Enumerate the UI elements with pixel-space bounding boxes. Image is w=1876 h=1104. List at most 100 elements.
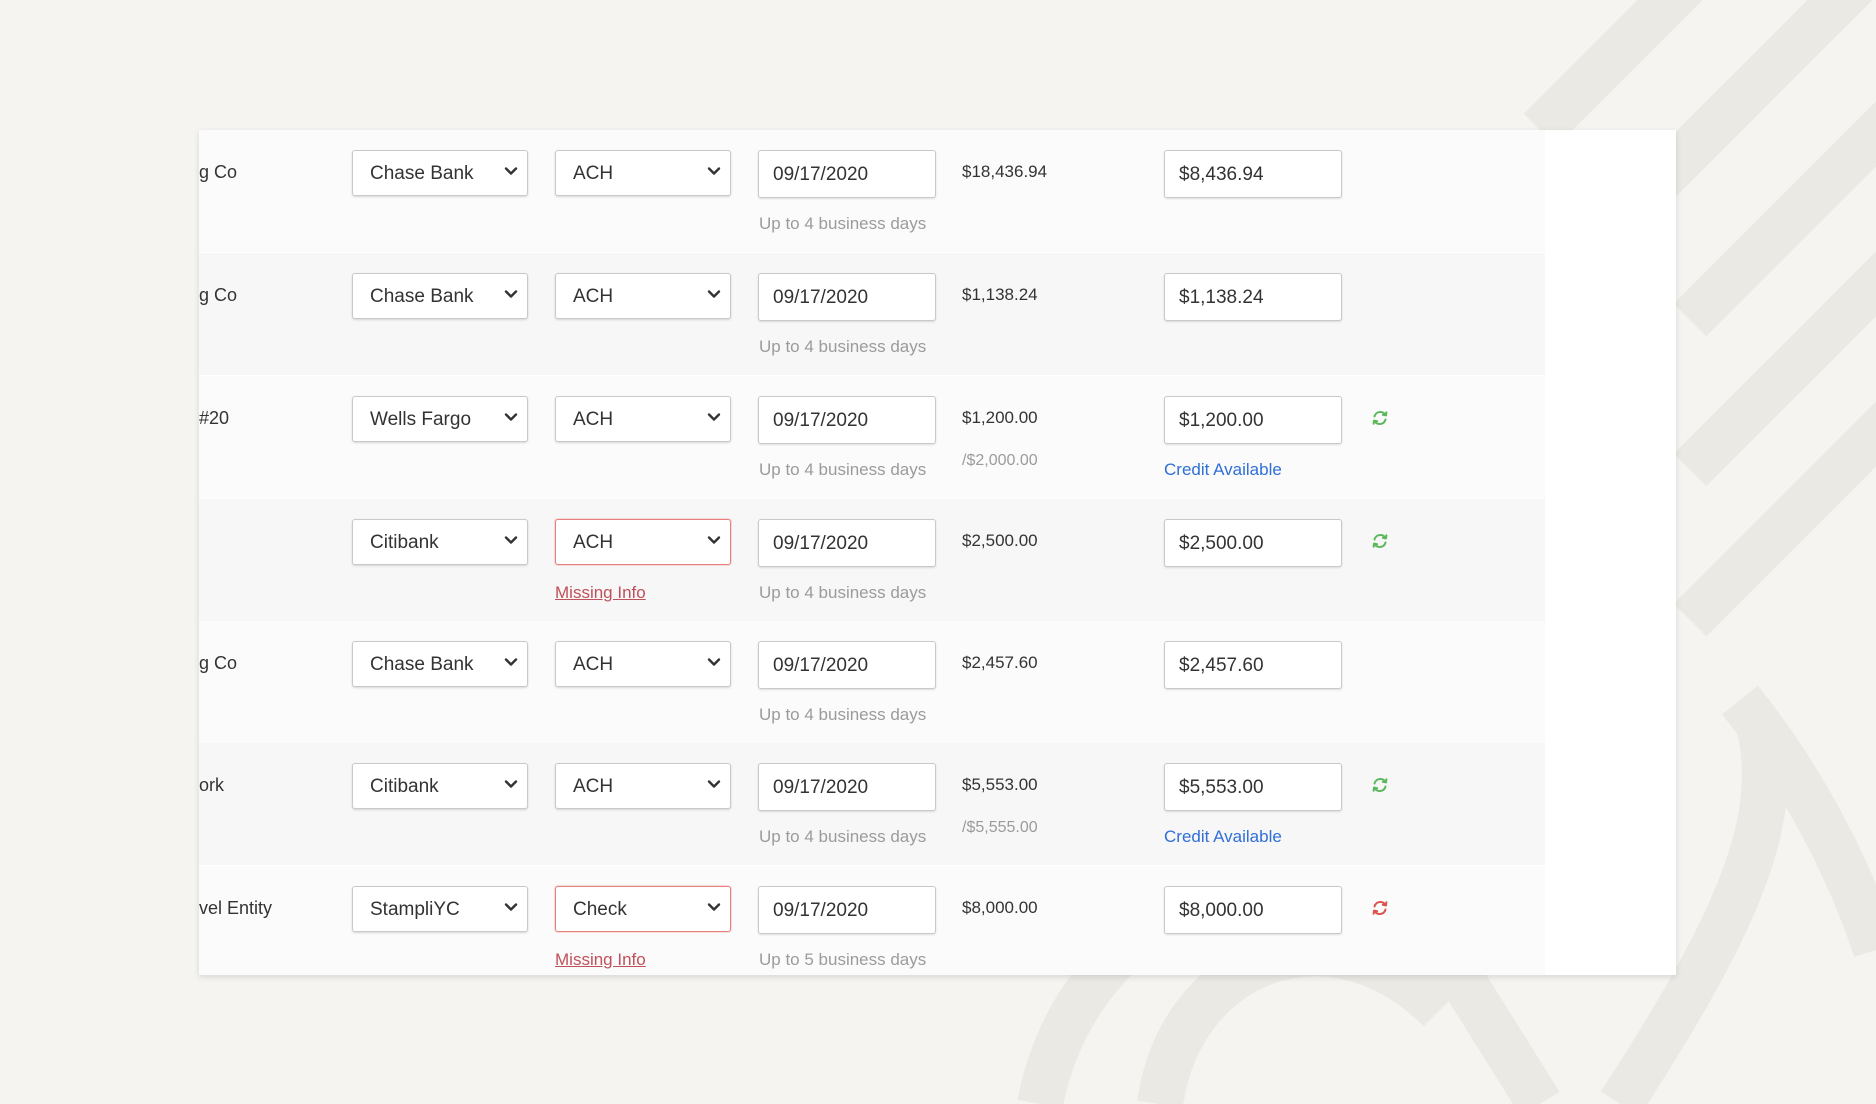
chevron-down-icon — [707, 780, 721, 788]
payment-method-select[interactable]: ACH — [555, 396, 731, 442]
payment-date-input[interactable]: 09/17/2020 — [758, 273, 936, 321]
delivery-estimate: Up to 5 business days — [759, 950, 927, 969]
bank-select[interactable]: Chase Bank — [352, 641, 528, 687]
payment-amount-value: $2,457.60 — [1179, 655, 1264, 676]
payment-date-input[interactable]: 09/17/2020 — [758, 396, 936, 444]
vendor-name: ork — [199, 775, 225, 795]
chevron-down-icon — [504, 780, 518, 788]
bank-select[interactable]: Citibank — [352, 763, 528, 809]
vendor-name: vel Entity — [199, 898, 273, 918]
sync-icon[interactable] — [1370, 531, 1390, 551]
table-row: ork Citibank ACH 09/17/2020 Up to 4 busi… — [199, 743, 1545, 865]
payment-method-select[interactable]: ACH — [555, 763, 731, 809]
chevron-down-icon — [504, 413, 518, 421]
bank-select[interactable]: Chase Bank — [352, 150, 528, 196]
payment-date-input[interactable]: 09/17/2020 — [758, 519, 936, 567]
amount-due: $2,500.00 — [962, 531, 1038, 550]
bank-select-value: Wells Fargo — [370, 409, 472, 430]
credit-available-link[interactable]: Credit Available — [1164, 460, 1282, 480]
bank-select-value: Chase Bank — [370, 286, 474, 307]
delivery-estimate: Up to 4 business days — [759, 705, 927, 724]
missing-info-link[interactable]: Missing Info — [555, 950, 646, 970]
amount-due: $2,457.60 — [962, 653, 1038, 672]
credit-available-link[interactable]: Credit Available — [1164, 827, 1282, 847]
payment-amount-input[interactable]: $8,000.00 — [1164, 886, 1342, 934]
payment-method-select[interactable]: ACH — [555, 273, 731, 319]
payment-amount-input[interactable]: $1,200.00 — [1164, 396, 1342, 444]
missing-info-link[interactable]: Missing Info — [555, 583, 646, 603]
payment-method-value: ACH — [573, 654, 614, 675]
payment-date-value: 09/17/2020 — [773, 287, 869, 308]
payment-method-value: ACH — [573, 163, 614, 184]
chevron-down-icon — [707, 413, 721, 421]
payment-amount-value: $8,000.00 — [1179, 900, 1264, 921]
sync-icon[interactable] — [1370, 898, 1390, 918]
chevron-down-icon — [707, 536, 721, 544]
payment-date-value: 09/17/2020 — [773, 410, 869, 431]
amount-due: $18,436.94 — [962, 162, 1048, 181]
amount-due: $1,200.00 — [962, 408, 1038, 427]
payment-method-value: ACH — [573, 409, 614, 430]
payment-date-value: 09/17/2020 — [773, 164, 869, 185]
bank-select-value: Chase Bank — [370, 654, 474, 675]
payment-amount-value: $1,138.24 — [1179, 287, 1264, 308]
payment-method-value: Check — [573, 899, 627, 920]
payment-amount-input[interactable]: $5,553.00 — [1164, 763, 1342, 811]
bank-select[interactable]: Wells Fargo — [352, 396, 528, 442]
table-row: vel Entity StampliYC Check Missing Info … — [199, 866, 1545, 975]
payment-date-input[interactable]: 09/17/2020 — [758, 886, 936, 934]
vendor-name: g Co — [199, 653, 238, 673]
payment-date-value: 09/17/2020 — [773, 777, 869, 798]
chevron-down-icon — [707, 903, 721, 911]
table-row: g Co Chase Bank ACH 09/17/2020 Up to 4 b… — [199, 130, 1545, 252]
payment-amount-value: $8,436.94 — [1179, 164, 1264, 185]
table-row: g Co Chase Bank ACH 09/17/2020 Up to 4 b… — [199, 253, 1545, 375]
payment-method-select[interactable]: ACH — [555, 641, 731, 687]
payment-date-value: 09/17/2020 — [773, 655, 869, 676]
sync-icon[interactable] — [1370, 775, 1390, 795]
bank-select-value: Chase Bank — [370, 163, 474, 184]
chevron-down-icon — [707, 167, 721, 175]
amount-due: $8,000.00 — [962, 898, 1038, 917]
payment-amount-input[interactable]: $2,457.60 — [1164, 641, 1342, 689]
bank-select[interactable]: Citibank — [352, 519, 528, 565]
delivery-estimate: Up to 4 business days — [759, 214, 927, 233]
table-row: g Co Chase Bank ACH 09/17/2020 Up to 4 b… — [199, 621, 1545, 743]
chevron-down-icon — [504, 903, 518, 911]
payment-amount-value: $1,200.00 — [1179, 410, 1264, 431]
vendor-name: g Co — [199, 285, 238, 305]
table-row: #20 Wells Fargo ACH 09/17/2020 Up to 4 b… — [199, 376, 1545, 498]
payment-amount-input[interactable]: $2,500.00 — [1164, 519, 1342, 567]
amount-due: $1,138.24 — [962, 285, 1038, 304]
delivery-estimate: Up to 4 business days — [759, 460, 927, 479]
chevron-down-icon — [504, 658, 518, 666]
payment-method-select[interactable]: ACH — [555, 519, 731, 565]
payment-date-input[interactable]: 09/17/2020 — [758, 150, 936, 198]
payment-date-input[interactable]: 09/17/2020 — [758, 763, 936, 811]
bank-select[interactable]: StampliYC — [352, 886, 528, 932]
bank-select-value: Citibank — [370, 776, 439, 797]
payment-amount-input[interactable]: $1,138.24 — [1164, 273, 1342, 321]
payment-date-input[interactable]: 09/17/2020 — [758, 641, 936, 689]
payments-table: g Co Chase Bank ACH 09/17/2020 Up to 4 b… — [199, 130, 1676, 975]
chevron-down-icon — [504, 167, 518, 175]
vendor-name: g Co — [199, 162, 238, 182]
chevron-down-icon — [707, 658, 721, 666]
bank-select[interactable]: Chase Bank — [352, 273, 528, 319]
delivery-estimate: Up to 4 business days — [759, 827, 927, 846]
table-row: Citibank ACH Missing Info 09/17/2020 Up … — [199, 499, 1545, 621]
payment-method-select[interactable]: Check — [555, 886, 731, 932]
payment-method-value: ACH — [573, 776, 614, 797]
chevron-down-icon — [504, 536, 518, 544]
delivery-estimate: Up to 4 business days — [759, 583, 927, 602]
payment-amount-value: $5,553.00 — [1179, 777, 1264, 798]
payment-method-select[interactable]: ACH — [555, 150, 731, 196]
payment-amount-input[interactable]: $8,436.94 — [1164, 150, 1342, 198]
vendor-name: #20 — [199, 408, 230, 428]
bank-select-value: StampliYC — [370, 899, 460, 920]
payment-method-value: ACH — [573, 286, 614, 307]
chevron-down-icon — [707, 290, 721, 298]
amount-total: /$5,555.00 — [962, 819, 1038, 836]
sync-icon[interactable] — [1370, 408, 1390, 428]
delivery-estimate: Up to 4 business days — [759, 337, 927, 356]
